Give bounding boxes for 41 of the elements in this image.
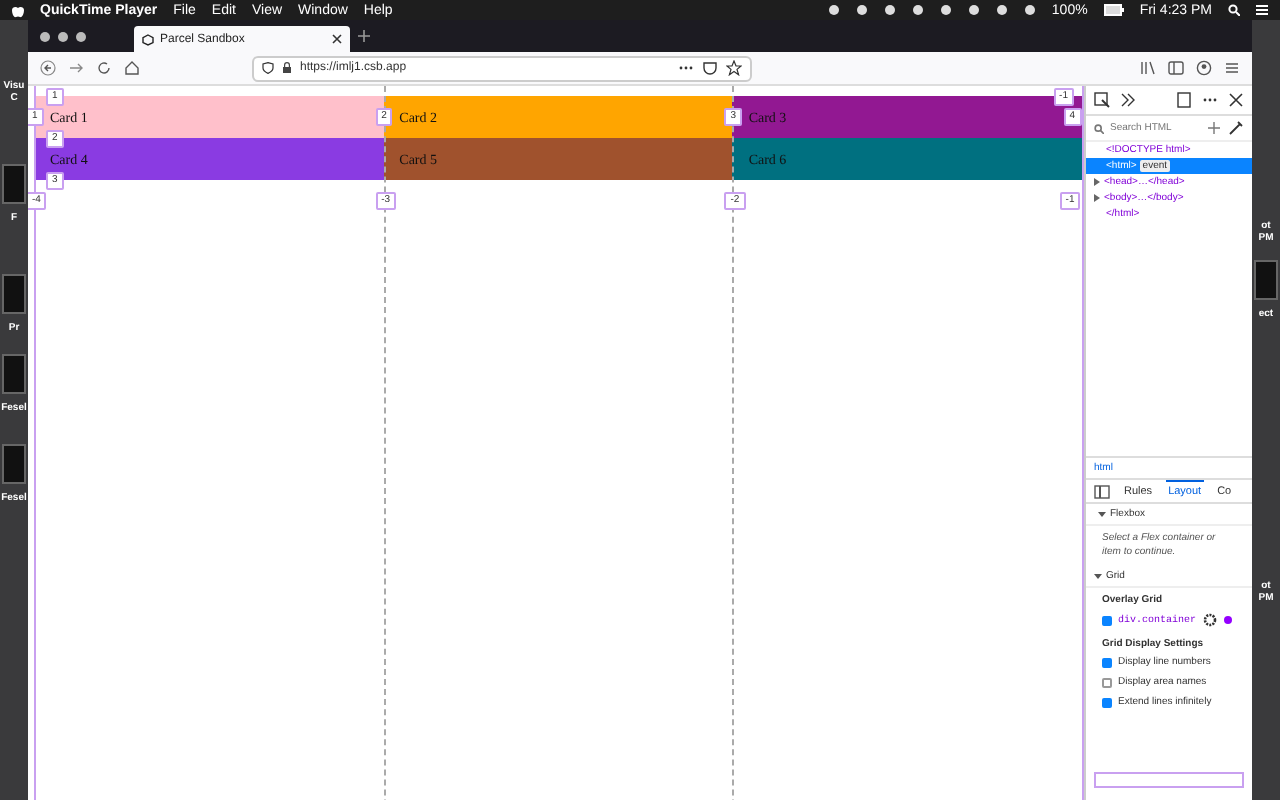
document-icon[interactable] bbox=[2, 444, 26, 484]
lock-icon bbox=[282, 62, 292, 74]
expand-arrow-icon[interactable] bbox=[1094, 194, 1100, 202]
eyedropper-icon[interactable] bbox=[1228, 120, 1244, 136]
plus-icon[interactable] bbox=[1206, 120, 1222, 136]
forward-icon[interactable] bbox=[68, 60, 84, 76]
sidebar-icon[interactable] bbox=[1168, 60, 1184, 76]
checkbox[interactable] bbox=[1102, 615, 1112, 625]
cube-icon bbox=[142, 33, 154, 45]
caret-icon bbox=[1098, 510, 1106, 518]
expand-arrow-icon[interactable] bbox=[1094, 178, 1100, 186]
library-icon[interactable] bbox=[1140, 60, 1156, 76]
caret-icon bbox=[1094, 572, 1102, 580]
pocket-icon[interactable] bbox=[702, 60, 718, 76]
reload-icon[interactable] bbox=[96, 60, 112, 76]
checkbox[interactable] bbox=[1102, 677, 1112, 687]
color-swatch[interactable] bbox=[1224, 616, 1233, 624]
search-icon bbox=[1094, 123, 1104, 133]
plus-icon[interactable] bbox=[358, 30, 370, 42]
sidebar-toggle-icon[interactable] bbox=[1094, 483, 1110, 499]
apple-icon[interactable] bbox=[12, 3, 24, 17]
document-icon[interactable] bbox=[2, 164, 26, 204]
document-icon[interactable] bbox=[2, 274, 26, 314]
menu-icon[interactable] bbox=[1224, 60, 1240, 76]
list-icon[interactable] bbox=[1256, 4, 1268, 16]
home-icon[interactable] bbox=[124, 60, 140, 76]
account-icon[interactable] bbox=[1196, 60, 1212, 76]
document-icon[interactable] bbox=[1254, 260, 1278, 300]
back-icon[interactable] bbox=[40, 60, 56, 76]
gear-icon[interactable] bbox=[1202, 612, 1219, 628]
checkbox[interactable] bbox=[1102, 657, 1112, 667]
close-icon[interactable] bbox=[332, 34, 342, 44]
star-icon[interactable] bbox=[726, 60, 742, 76]
picker-icon[interactable] bbox=[1094, 92, 1110, 108]
battery-icon[interactable] bbox=[1103, 4, 1124, 16]
dock-icon[interactable] bbox=[1176, 92, 1192, 108]
document-icon[interactable] bbox=[2, 354, 26, 394]
checkbox[interactable] bbox=[1102, 697, 1112, 707]
search-icon[interactable] bbox=[1228, 4, 1240, 16]
chevron-icon[interactable] bbox=[1120, 92, 1136, 108]
close-icon[interactable] bbox=[1228, 92, 1244, 108]
